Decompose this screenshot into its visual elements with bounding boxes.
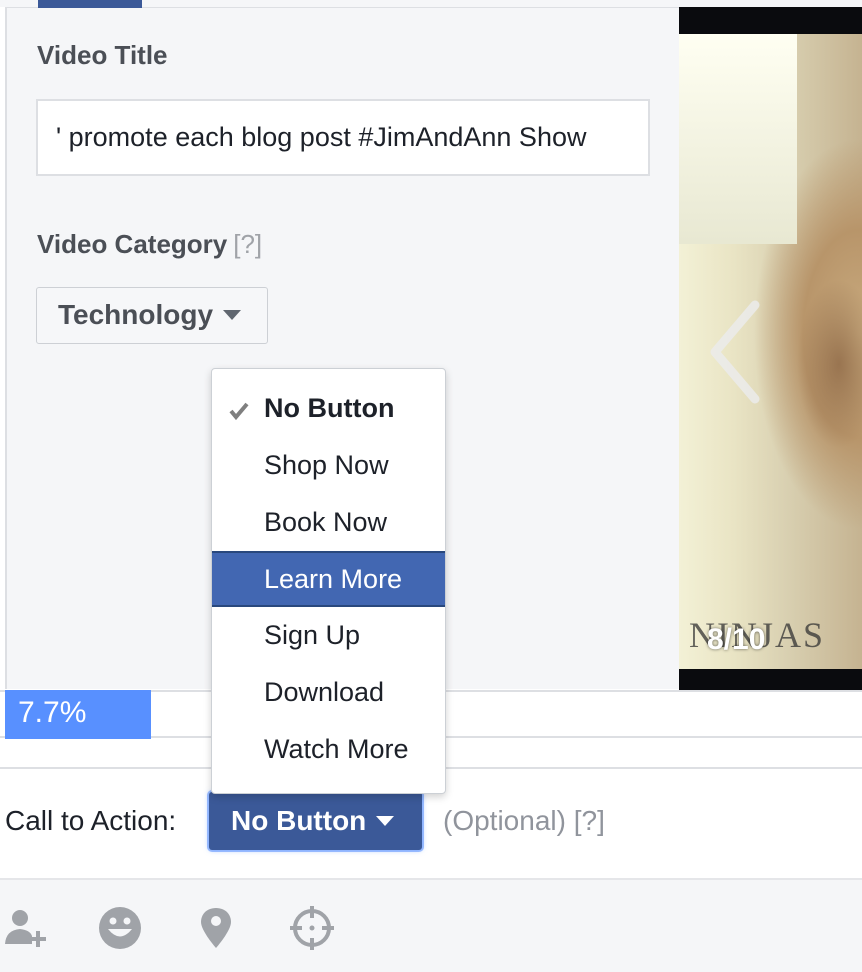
menu-item-label: Watch More — [264, 734, 409, 764]
call-to-action-optional-help[interactable]: (Optional) [?] — [443, 805, 605, 837]
chevron-down-icon — [223, 309, 242, 320]
video-title-label: Video Title — [37, 40, 168, 70]
video-category-label-text: Video Category — [37, 229, 228, 259]
location-pin-icon[interactable] — [192, 904, 240, 952]
active-tab-indicator[interactable] — [38, 0, 142, 8]
menu-item[interactable]: No Button — [212, 380, 445, 436]
video-category-help[interactable]: [?] — [233, 229, 262, 259]
video-category-select[interactable]: Technology — [36, 287, 268, 344]
chevron-left-icon[interactable] — [705, 297, 765, 407]
checkmark-icon — [229, 402, 249, 421]
chevron-down-icon — [376, 815, 395, 826]
video-title-input[interactable]: ' promote each blog post #JimAndAnn Show — [36, 99, 650, 176]
menu-item[interactable]: Sign Up — [212, 607, 445, 663]
target-icon[interactable] — [288, 904, 336, 952]
call-to-action-select[interactable]: No Button — [209, 792, 422, 850]
menu-item-label: Shop Now — [264, 450, 389, 480]
video-category-value: Technology — [58, 299, 214, 330]
menu-item[interactable]: Shop Now — [212, 437, 445, 493]
menu-item-label: Book Now — [264, 507, 388, 537]
video-background — [679, 34, 797, 244]
call-to-action-menu: No Button Shop Now Book Now Learn More Sign … — [211, 368, 446, 794]
video-preview[interactable]: NINJAS 8/10 — [679, 7, 862, 690]
menu-item[interactable]: Learn More — [212, 551, 445, 607]
menu-item[interactable]: Book Now — [212, 494, 445, 550]
call-to-action-label: Call to Action: — [5, 805, 177, 836]
emoji-icon[interactable] — [96, 904, 144, 952]
menu-item-label: No Button — [264, 393, 395, 423]
menu-item-label: Download — [264, 677, 385, 707]
call-to-action-value: No Button — [231, 805, 367, 836]
menu-item-label: Learn More — [264, 564, 403, 594]
upload-progress-label: 7.7% — [18, 696, 87, 729]
menu-item[interactable]: Download — [212, 664, 445, 720]
video-category-label: Video Category [?] — [37, 229, 262, 260]
menu-item-label: Sign Up — [264, 620, 361, 650]
tag-people-icon[interactable] — [2, 904, 50, 952]
slide-counter: 8/10 — [707, 623, 766, 656]
menu-item[interactable]: Watch More — [212, 721, 445, 777]
